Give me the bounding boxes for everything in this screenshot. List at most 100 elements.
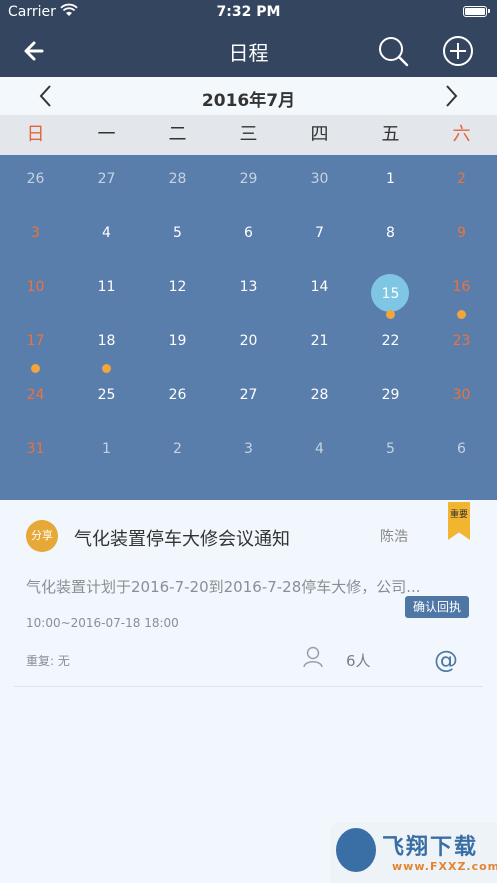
mention-icon[interactable]: @ [434,646,458,674]
calendar-day[interactable]: 14 [284,263,355,317]
calendar-day[interactable]: 19 [142,317,213,371]
calendar-day-number: 12 [168,279,187,295]
calendar-day[interactable]: 1 [355,155,426,209]
calendar-day[interactable]: 8 [355,209,426,263]
calendar-grid: 26 27 28 29 30 1 2 3 4 5 6 7 8 9 10 11 12 13 14 15 16 17 18 19 2… [0,155,497,500]
divider [14,686,483,687]
calendar-day[interactable]: 21 [284,317,355,371]
calendar-day-number: 5 [386,441,395,457]
nav-bar: 日程 [0,24,497,77]
calendar-day[interactable]: 28 [284,371,355,425]
page-title: 日程 [228,41,269,65]
calendar-day-number: 29 [239,171,258,187]
calendar-day[interactable]: 26 [142,371,213,425]
calendar-day-number: 14 [310,279,329,295]
calendar-day[interactable]: 3 [0,209,71,263]
calendar-day-number: 26 [168,387,187,403]
calendar-day-number: 9 [457,225,466,241]
calendar-day[interactable]: 20 [213,317,284,371]
event-description: 气化装置计划于2016-7-20到2016-7-28停车大修，公司... [26,578,421,596]
calendar-day[interactable]: 22 [355,317,426,371]
watermark-text: 飞翔下载 [382,835,479,860]
calendar-day-number: 15 [381,286,400,302]
event-card[interactable]: 分享 气化装置停车大修会议通知 陈浩 重要 气化装置计划于2016-7-20到2… [0,500,497,688]
calendar-day-number: 28 [168,171,187,187]
weekday-thu: 四 [310,124,329,145]
calendar-day-number: 2 [173,441,182,457]
calendar-day-number: 30 [452,387,471,403]
calendar-day-number: 8 [386,225,395,241]
calendar-day-number: 26 [26,171,45,187]
calendar-day[interactable]: 31 [0,425,71,479]
next-month-icon[interactable] [437,82,465,110]
calendar-day-number: 16 [452,279,471,295]
search-icon[interactable] [376,34,410,68]
plus-circle-icon[interactable] [441,34,475,68]
calendar-day[interactable]: 27 [213,371,284,425]
calendar-day-number: 20 [239,333,258,349]
calendar-day[interactable]: 16 [426,263,497,319]
calendar-day-number: 19 [168,333,187,349]
month-label: 2016年7月 [201,91,296,111]
event-repeat: 重复: 无 [26,654,70,668]
calendar-day[interactable]: 25 [71,371,142,425]
calendar-day-number: 31 [26,441,45,457]
participant-count: 6人 [346,652,371,670]
calendar-day[interactable]: 4 [284,425,355,479]
calendar-day[interactable]: 30 [426,371,497,425]
calendar-day[interactable]: 13 [213,263,284,317]
weekday-mon: 一 [97,124,116,145]
watermark-logo [336,828,376,872]
status-time: 7:32 PM [216,4,281,20]
share-badge: 分享 [26,520,58,552]
calendar-day[interactable]: 15 [355,263,426,319]
calendar-day[interactable]: 4 [71,209,142,263]
weekday-wed: 三 [239,124,258,145]
battery-icon [463,6,490,17]
calendar-day[interactable]: 11 [71,263,142,317]
calendar-day[interactable]: 5 [142,209,213,263]
calendar-day[interactable]: 17 [0,317,71,373]
calendar-day[interactable]: 2 [142,425,213,479]
calendar-day[interactable]: 29 [213,155,284,209]
watermark-url: www.FXXZ.com [392,860,497,873]
calendar-day-number: 27 [97,171,116,187]
weekday-fri: 五 [381,124,400,145]
calendar-day[interactable]: 3 [213,425,284,479]
watermark: 飞翔下载 www.FXXZ.com [330,822,497,883]
event-title: 气化装置停车大修会议通知 [74,529,290,550]
calendar-day-number: 5 [173,225,182,241]
calendar-day[interactable]: 23 [426,317,497,371]
calendar-day[interactable]: 27 [71,155,142,209]
calendar-day-number: 11 [97,279,116,295]
calendar-day[interactable]: 29 [355,371,426,425]
calendar-day[interactable]: 6 [213,209,284,263]
calendar-day-number: 21 [310,333,329,349]
calendar-day[interactable]: 12 [142,263,213,317]
calendar-day-number: 1 [102,441,111,457]
calendar-day[interactable]: 5 [355,425,426,479]
calendar-day-number: 30 [310,171,329,187]
calendar-day-number: 18 [97,333,116,349]
calendar-day[interactable]: 18 [71,317,142,373]
calendar-day[interactable]: 10 [0,263,71,317]
confirm-receipt-button[interactable]: 确认回执 [405,596,469,618]
calendar-day[interactable]: 26 [0,155,71,209]
calendar-day[interactable]: 6 [426,425,497,479]
weekday-sat: 六 [452,124,471,145]
month-header: 2016年7月 [0,77,497,115]
calendar-day-number: 1 [386,171,395,187]
calendar-day[interactable]: 2 [426,155,497,209]
calendar-day[interactable]: 28 [142,155,213,209]
weekday-sun: 日 [26,124,45,145]
calendar-day-number: 24 [26,387,45,403]
calendar-day-number: 22 [381,333,400,349]
calendar-day-number: 2 [457,171,466,187]
calendar-day[interactable]: 1 [71,425,142,479]
calendar-day[interactable]: 7 [284,209,355,263]
calendar-day[interactable]: 24 [0,371,71,425]
weekday-tue: 二 [168,124,187,145]
calendar-day[interactable]: 30 [284,155,355,209]
important-ribbon: 重要 [448,502,470,540]
calendar-day[interactable]: 9 [426,209,497,263]
